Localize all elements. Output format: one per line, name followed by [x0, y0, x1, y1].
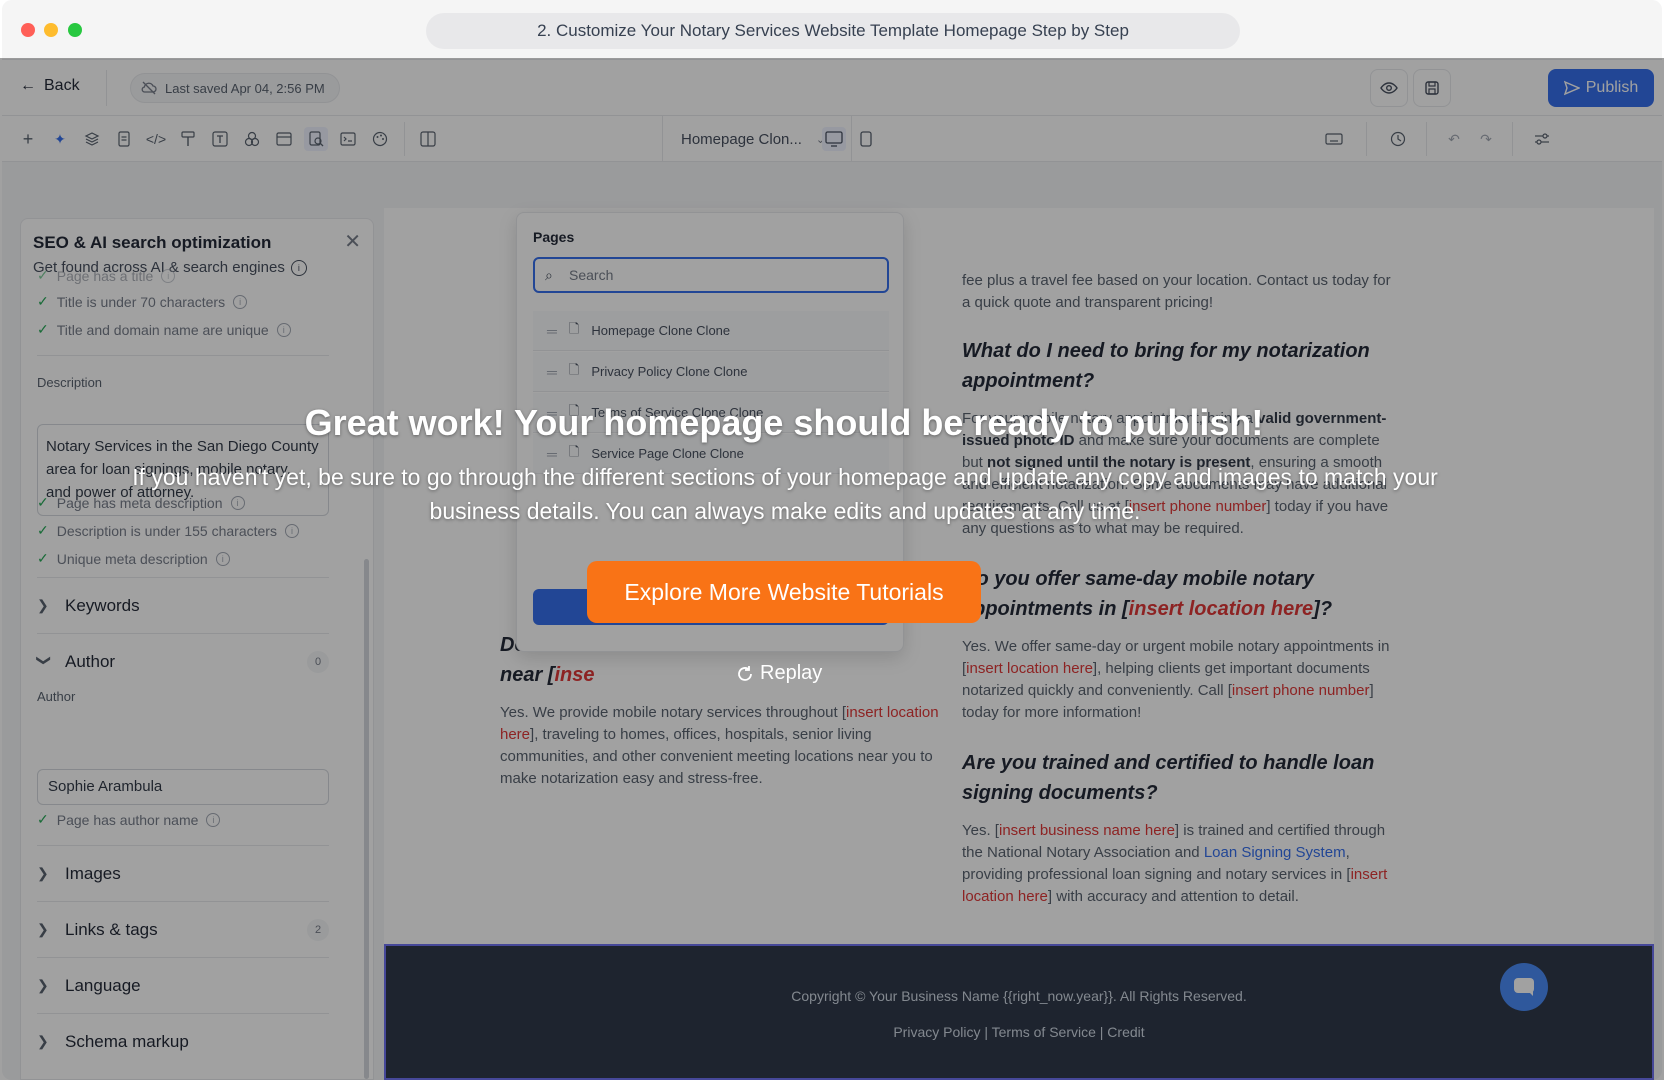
replay-button[interactable]: Replay	[736, 662, 822, 685]
overlay-headline: Great work! Your homepage should be read…	[304, 402, 1264, 443]
title-bar: 2. Customize Your Notary Services Websit…	[2, 0, 1662, 60]
window-title: 2. Customize Your Notary Services Websit…	[426, 13, 1240, 49]
explore-tutorials-button[interactable]: Explore More Website Tutorials	[587, 561, 981, 623]
minimize-window-button[interactable]	[44, 23, 58, 37]
maximize-window-button[interactable]	[68, 23, 82, 37]
close-window-button[interactable]	[21, 23, 35, 37]
replay-label: Replay	[760, 662, 823, 684]
overlay-subtext: If you haven't yet, be sure to go throug…	[132, 464, 1438, 524]
replay-icon	[738, 665, 752, 681]
